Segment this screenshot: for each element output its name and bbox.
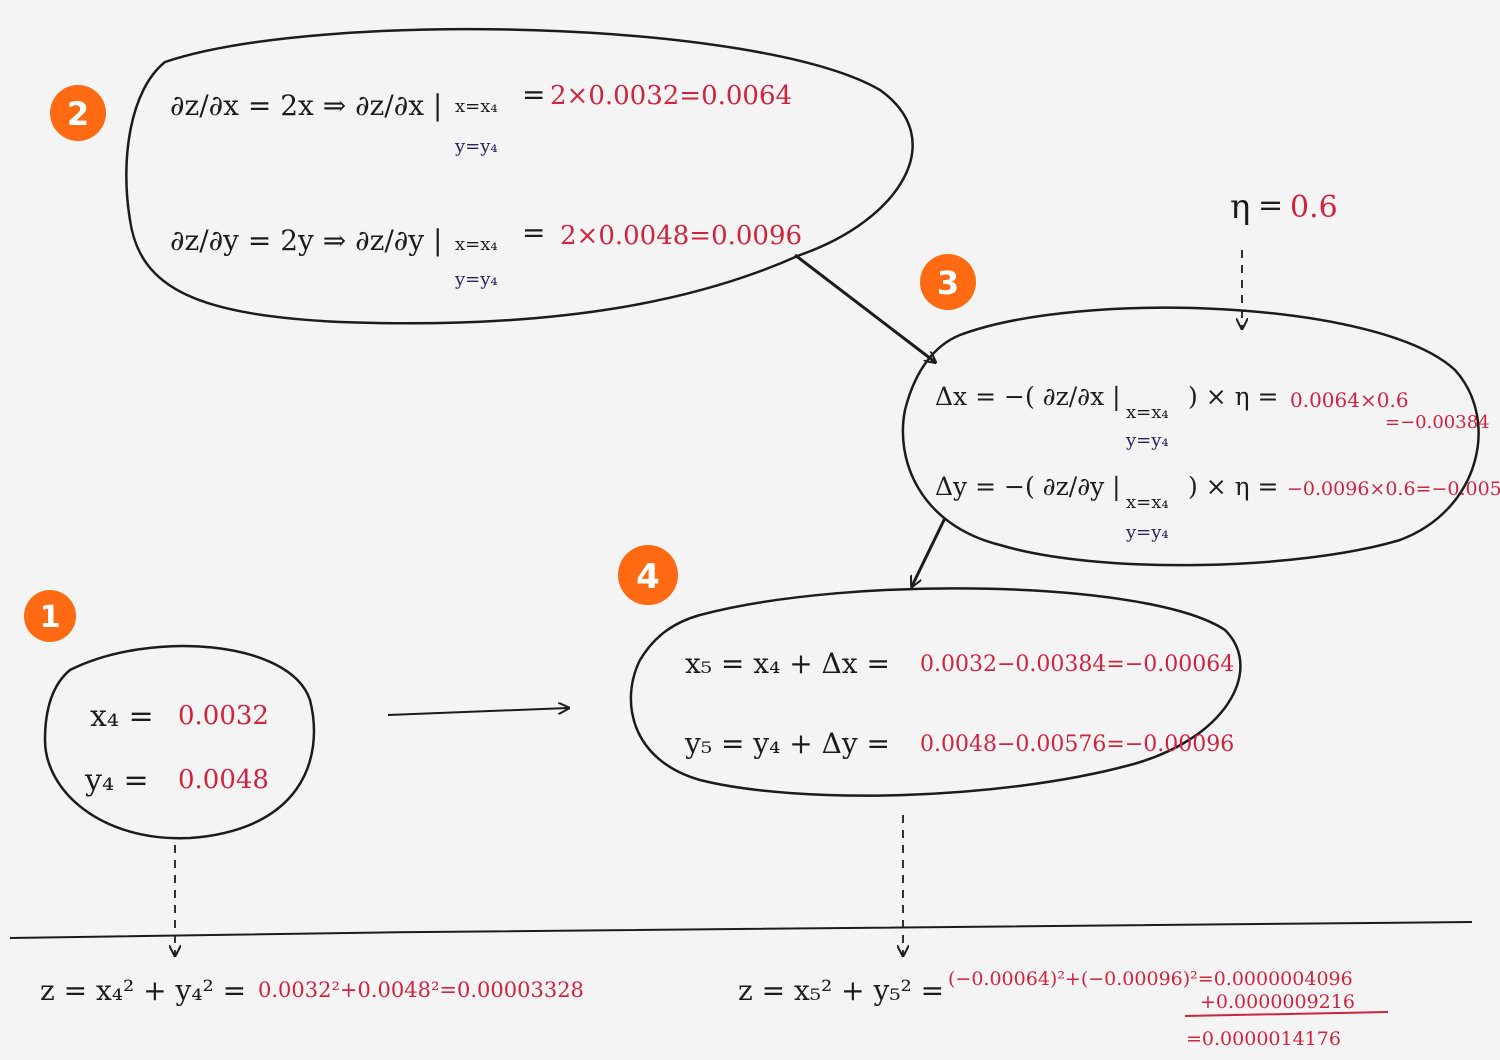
step1-y-val: 0.0048 [178,765,269,795]
bottom-left-equation: z = x₄² + y₄² = 0.0032²+0.0048²=0.000033… [40,974,584,1007]
step1-ellipse [43,644,316,840]
step1-x-lhs: x₄ = [90,699,154,734]
step4-ellipse [629,587,1242,797]
step4-y-val: 0.0048−0.00576=−0.00096 [920,732,1234,757]
learning-rate-eq: = [1258,188,1283,223]
step3-dy-val: −0.0096×0.6=−0.00576 [1287,478,1500,500]
step3-dx-result: =−0.00384 [1385,412,1490,433]
step2-row2-cond1: x=x₄ [455,234,498,255]
step-marker-3: 3 [920,254,976,310]
step2-row1-lhs: ∂z/∂x = 2x ⇒ ∂z/∂x | [170,89,442,122]
bottom-right-sum: =0.0000014176 [1186,1028,1341,1050]
step3-ellipse [901,306,1480,567]
step2-row2-cond2: y=y₄ [454,269,498,290]
bottom-left-lhs: z = x₄² + y₄² = [40,974,246,1007]
step2-row2-lhs: ∂z/∂y = 2y ⇒ ∂z/∂y | [170,224,442,257]
bottom-right-equation: z = x₅² + y₅² = (−0.00064)²+(−0.00096)²=… [738,968,1389,1050]
step4-y-lhs: y₅ = y₄ + Δy = [684,727,890,760]
step-marker-1: 1 [24,590,76,642]
step4-content: x₅ = x₄ + Δx = 0.0032−0.00384=−0.00064 y… [684,647,1234,760]
step3-dx-val: 0.0064×0.6 [1290,388,1409,412]
divider-line [9,921,1473,939]
bottom-right-val: (−0.00064)²+(−0.00096)²=0.0000004096 [948,968,1353,990]
step2-row1: ∂z/∂x = 2x ⇒ ∂z/∂x | x=x₄ y=y₄ = 2×0.003… [170,78,792,157]
step1-x-val: 0.0032 [178,701,269,731]
step4-x-lhs: x₅ = x₄ + Δx = [685,647,890,680]
svg-text:3: 3 [937,264,959,302]
step4-x-val: 0.0032−0.00384=−0.00064 [920,652,1234,677]
step2-row1-cond1: x=x₄ [455,96,498,117]
bottom-left-val: 0.0032²+0.0048²=0.00003328 [258,978,584,1002]
learning-rate: η = 0.6 [1230,187,1338,227]
svg-text:4: 4 [636,557,660,597]
learning-rate-value: 0.6 [1290,190,1338,225]
step1-content: x₄ = 0.0032 y₄ = 0.0048 [84,699,269,798]
step2-row2-eq: = [522,216,545,249]
step3-dx-row: Δx = −( ∂z/∂x | x=x₄ y=y₄ ) × η = 0.0064… [935,382,1490,451]
bottom-right-add: +0.0000009216 [1200,991,1355,1013]
step2-row1-cond2: y=y₄ [454,136,498,157]
step-marker-2: 2 [50,85,106,141]
step3-dy-cond2: y=y₄ [1125,522,1169,543]
step1-y-lhs: y₄ = [84,763,149,798]
learning-rate-symbol: η [1230,187,1250,227]
svg-text:2: 2 [67,95,89,133]
arrow-step2-to-step3 [794,253,935,362]
step-marker-4: 4 [618,545,678,605]
step2-row2: ∂z/∂y = 2y ⇒ ∂z/∂y | x=x₄ y=y₄ = 2×0.004… [170,216,802,290]
step3-dx-cond1: x=x₄ [1126,402,1169,423]
step3-dy-rhs: ) × η = [1188,472,1278,501]
svg-text:1: 1 [40,600,61,635]
arrow-step1-to-step4 [387,708,568,716]
step2-row1-val: 2×0.0032=0.0064 [550,81,792,111]
step3-dx-rhs: ) × η = [1188,382,1278,411]
gradient-descent-diagram: 2 3 1 4 ∂z/∂x = 2x ⇒ ∂z/∂x | x=x₄ y=y₄ =… [9,27,1500,1050]
step3-dy-lhs: Δy = −( ∂z/∂y | [935,472,1121,502]
step2-ellipse [125,27,914,325]
step3-dx-cond2: y=y₄ [1125,430,1169,451]
step2-row1-eq: = [522,78,545,111]
bottom-right-lhs: z = x₅² + y₅² = [738,974,944,1007]
step3-dy-cond1: x=x₄ [1126,492,1169,513]
arrow-step3-to-step4 [912,517,947,586]
step3-dx-lhs: Δx = −( ∂z/∂x | [935,382,1121,412]
step2-row2-val: 2×0.0048=0.0096 [560,221,802,251]
